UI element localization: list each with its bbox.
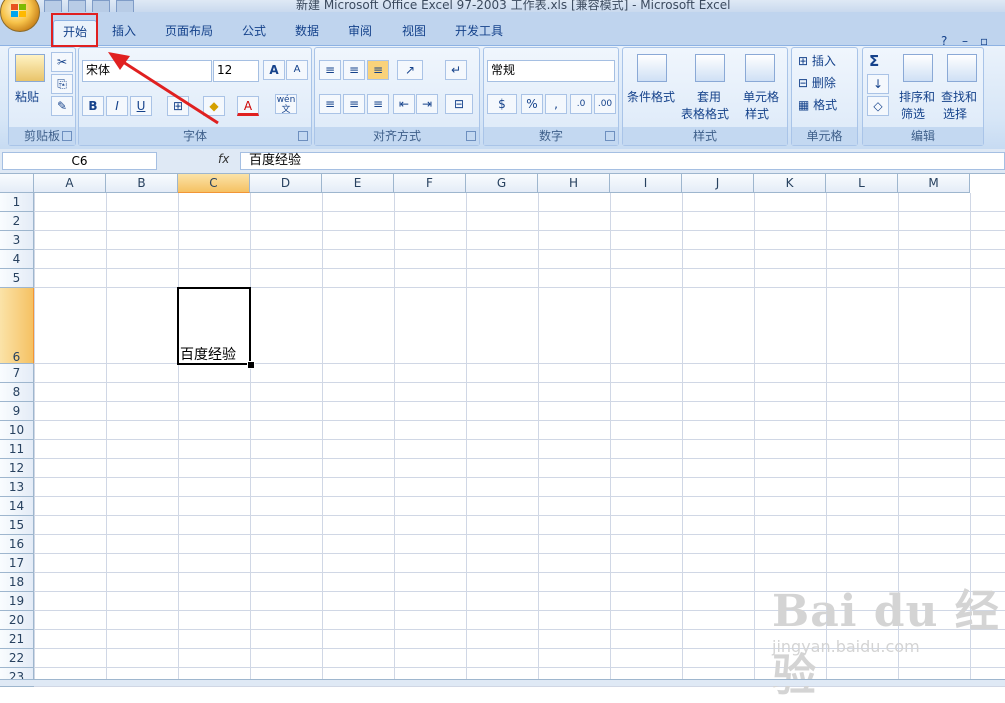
row-gridline bbox=[34, 686, 1005, 687]
annotation-arrow-icon bbox=[108, 52, 219, 125]
